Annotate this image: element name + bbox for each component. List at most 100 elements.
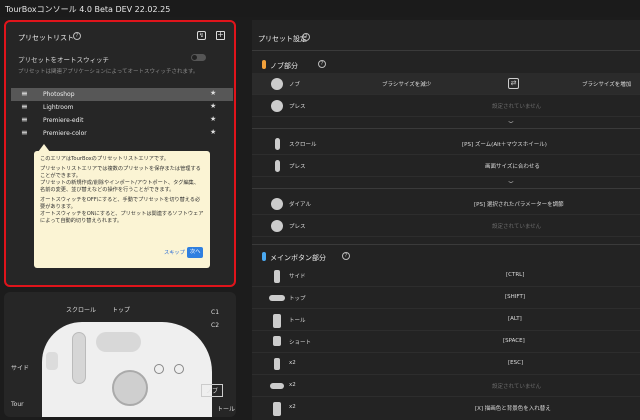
button-label: x2 <box>289 404 296 410</box>
preset-list-title: プリセットリスト <box>18 34 74 42</box>
dial-press-row[interactable]: プレス 設定されていません <box>252 215 640 237</box>
star-icon[interactable]: ★ <box>210 102 216 110</box>
chevron-down-icon[interactable]: ⌄ <box>506 117 517 125</box>
scroll-press-value[interactable]: 画面サイズに合わせる <box>485 162 540 170</box>
button-value[interactable]: [SPACE] <box>503 338 525 344</box>
dial-value[interactable]: [PS] 選択されたパラメーターを調節 <box>474 200 564 208</box>
short-button-icon <box>273 336 281 346</box>
tall-button-icon <box>273 402 281 416</box>
onboarding-tooltip: このエリアはTourBoxのプリセットリストエリアです。 プリセットリストエリア… <box>34 151 210 268</box>
knob-right-value[interactable]: ブラシサイズを増加 <box>582 80 631 88</box>
star-icon[interactable]: ★ <box>210 128 216 136</box>
side-button[interactable] <box>46 352 58 370</box>
not-set-value[interactable]: 設定されていません <box>492 222 541 230</box>
top-button-icon <box>269 295 285 301</box>
section-knob-title: ノブ部分 <box>270 62 298 70</box>
knob-left-value[interactable]: ブラシサイズを減少 <box>382 80 431 88</box>
knob-press-row[interactable]: プレス 設定されていません <box>252 95 640 117</box>
preset-list-panel: プリセットリスト ? ↯ + プリセットをオートスウィッチ プリセットは関連アプ… <box>4 20 236 287</box>
tooltip-line: プリセットリストエリアでは複数のプリセットを保存または管理することができます。 <box>40 166 201 179</box>
dial[interactable] <box>112 370 148 406</box>
preset-name: Photoshop <box>43 91 75 98</box>
star-icon[interactable]: ★ <box>210 89 216 97</box>
button-value[interactable]: [CTRL] <box>506 272 524 278</box>
scroll-icon <box>275 138 280 150</box>
main-button-row[interactable]: ショート [SPACE] <box>252 331 640 353</box>
top-label: トップ <box>112 307 131 314</box>
preset-item[interactable]: ≡ Photoshop ★ <box>11 88 233 101</box>
button-value[interactable]: [X] 描画色と背景色を入れ替え <box>475 404 551 412</box>
toggle-knob <box>192 55 197 60</box>
top-button[interactable] <box>96 332 141 352</box>
help-icon[interactable]: ? <box>318 60 326 68</box>
auto-switch-description: プリセットは関連アプリケーションによってオートスウィッチされます。 <box>18 69 199 75</box>
button-label: サイド <box>289 274 306 280</box>
main-button-row[interactable]: x2 [X] 描画色と背景色を入れ替え <box>252 397 640 419</box>
c1-button[interactable] <box>174 364 184 374</box>
button-label: トール <box>289 318 306 324</box>
app-title: TourBoxコンソール 4.0 Beta DEV 22.02.25 <box>5 5 171 14</box>
skip-button[interactable]: スキップ <box>164 250 185 257</box>
divider <box>252 128 640 129</box>
button-value[interactable]: [SHIFT] <box>505 294 525 300</box>
main-button-row[interactable]: サイド [CTRL] <box>252 265 640 287</box>
side-button-icon <box>274 270 280 283</box>
preset-name: Premiere-color <box>43 130 87 137</box>
c2-button[interactable] <box>154 364 164 374</box>
knob-label: ノブ <box>289 82 301 88</box>
dial-icon <box>271 198 283 210</box>
menu-icon: ≡ <box>21 89 28 98</box>
device-panel: スクロール トップ サイド Tour C1 C2 ノブ トール <box>4 292 236 417</box>
main-button-row[interactable]: x2 設定されていません <box>252 375 640 397</box>
knob-icon <box>271 78 283 90</box>
button-value[interactable]: [ESC] <box>508 360 523 366</box>
scroll-label: スクロール <box>66 307 97 314</box>
sync-icon[interactable]: ↯ <box>197 31 206 40</box>
button-value[interactable]: [ALT] <box>508 316 522 322</box>
help-icon[interactable]: ? <box>302 33 310 41</box>
help-icon[interactable]: ? <box>73 32 81 40</box>
c1-label: C1 <box>211 309 220 316</box>
preset-name: Lightroom <box>43 104 74 111</box>
knob-label[interactable]: ノブ <box>201 384 224 397</box>
button-label: x2 <box>289 360 296 366</box>
tall-button-icon <box>273 314 281 328</box>
knob-row[interactable]: ノブ ブラシサイズを減少 ⇄ ブラシサイズを増加 <box>252 73 640 95</box>
preset-item[interactable]: ≡ Premiere-edit ★ <box>11 114 233 127</box>
preset-item[interactable]: ≡ Premiere-color ★ <box>11 127 233 140</box>
c2-label: C2 <box>211 322 220 329</box>
auto-switch-toggle[interactable] <box>191 54 206 61</box>
scroll-press-icon <box>275 160 280 172</box>
preset-name: Premiere-edit <box>43 117 84 124</box>
tooltip-line: このエリアはTourBoxのプリセットリストエリアです。 <box>40 156 169 162</box>
tooltip-line: オートスウィッチをONにすると、プリセットは関連するソフトウェアによって自動的切… <box>40 211 204 224</box>
preset-item[interactable]: ≡ Lightroom ★ <box>11 101 233 114</box>
side-label: サイド <box>11 365 30 372</box>
main-button-row[interactable]: x2 [ESC] <box>252 353 640 375</box>
settings-title: プリセット設定 <box>258 35 307 43</box>
menu-icon: ≡ <box>21 128 28 137</box>
star-icon[interactable]: ★ <box>210 115 216 123</box>
scroll-wheel[interactable] <box>72 332 86 384</box>
window-titlebar: TourBoxコンソール 4.0 Beta DEV 22.02.25 <box>0 0 640 17</box>
scroll-value[interactable]: [PS] ズーム(Alt＋マウスホイール) <box>462 140 547 148</box>
main-button-row[interactable]: トール [ALT] <box>252 309 640 331</box>
scroll-press-row[interactable]: プレス 画面サイズに合わせる <box>252 155 640 177</box>
chevron-down-icon[interactable]: ⌄ <box>506 177 517 185</box>
section-indicator <box>262 60 266 69</box>
help-icon[interactable]: ? <box>342 252 350 260</box>
dial-row[interactable]: ダイアル [PS] 選択されたパラメーターを調節 <box>252 193 640 215</box>
not-set-value[interactable]: 設定されていません <box>492 102 541 110</box>
main-button-row[interactable]: トップ [SHIFT] <box>252 287 640 309</box>
add-preset-icon[interactable]: + <box>216 31 225 40</box>
menu-icon: ≡ <box>21 115 28 124</box>
scroll-row[interactable]: スクロール [PS] ズーム(Alt＋マウスホイール) <box>252 133 640 155</box>
scroll-label: スクロール <box>289 142 317 148</box>
dial-label: ダイアル <box>289 202 311 208</box>
next-button[interactable]: 次へ <box>187 247 204 258</box>
swap-icon[interactable]: ⇄ <box>508 78 519 89</box>
menu-icon: ≡ <box>21 102 28 111</box>
button-value[interactable]: 設定されていません <box>492 382 541 390</box>
scroll-press-label: プレス <box>289 164 306 170</box>
side-button-icon <box>274 358 280 370</box>
